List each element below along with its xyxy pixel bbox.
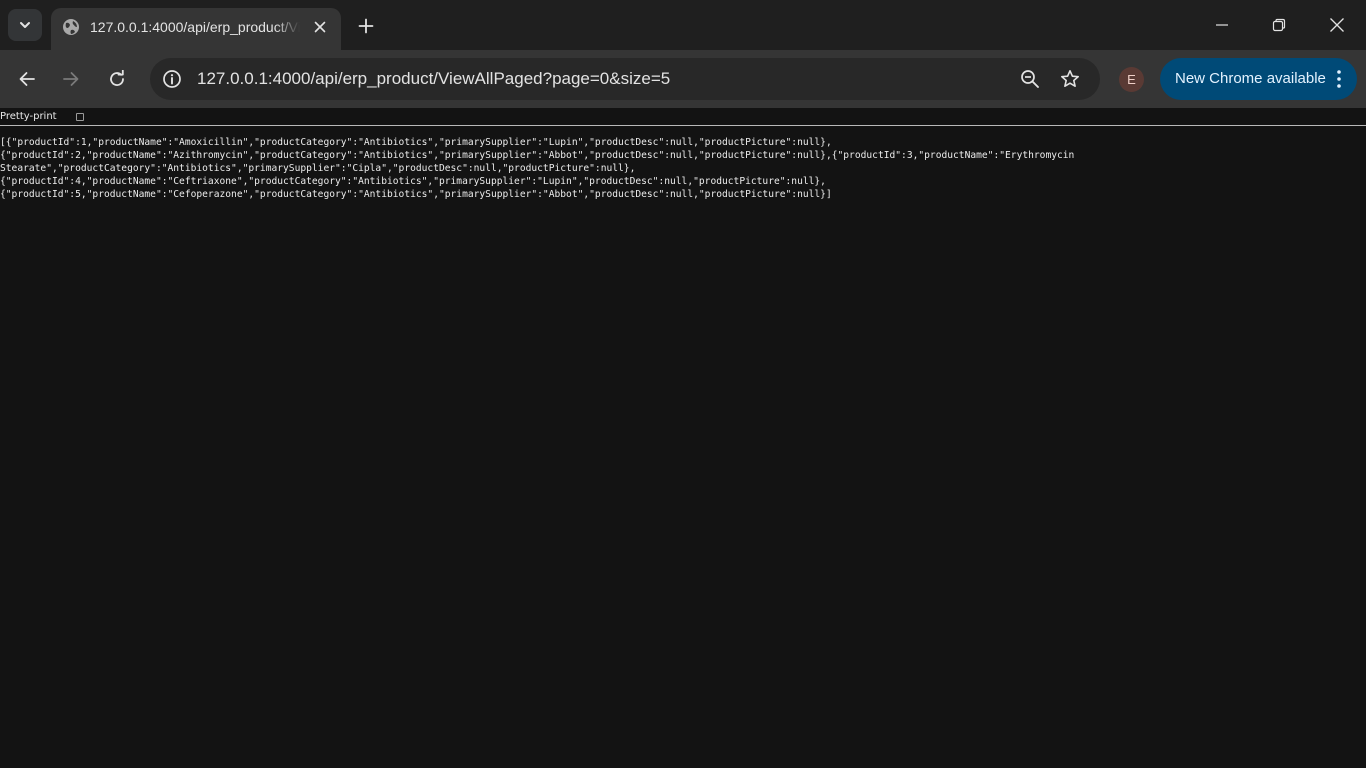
close-window-button[interactable]	[1308, 0, 1366, 50]
restore-button[interactable]	[1250, 0, 1308, 50]
back-button[interactable]	[11, 63, 43, 95]
zoom-out-icon	[1021, 70, 1039, 88]
minimize-button[interactable]	[1193, 0, 1251, 50]
json-content: [{"productId":1,"productName":"Amoxicill…	[0, 136, 1366, 768]
update-label: New Chrome available	[1175, 70, 1326, 87]
pretty-print-label: Pretty-print	[0, 111, 57, 122]
tab-strip: 127.0.0.1:4000/api/erp_product/ViewAllPa…	[0, 0, 1366, 50]
active-tab[interactable]: 127.0.0.1:4000/api/erp_product/ViewAllPa…	[51, 8, 341, 50]
profile-avatar[interactable]: E	[1119, 67, 1144, 92]
close-icon	[314, 21, 326, 33]
arrow-left-icon	[19, 72, 35, 86]
url-text[interactable]: 127.0.0.1:4000/api/erp_product/ViewAllPa…	[197, 68, 670, 90]
globe-icon	[63, 19, 79, 35]
json-line: {"productId":4,"productName":"Ceftriaxon…	[0, 176, 826, 187]
chevron-down-icon	[20, 22, 30, 28]
reload-button[interactable]	[101, 63, 133, 95]
browser-menu-button[interactable]	[1331, 67, 1347, 91]
address-bar[interactable]: 127.0.0.1:4000/api/erp_product/ViewAllPa…	[150, 58, 1100, 100]
reload-icon	[110, 70, 124, 86]
forward-button[interactable]	[55, 63, 87, 95]
json-line: {"productId":5,"productName":"Cefoperazo…	[0, 189, 832, 200]
tab-search-button[interactable]	[8, 9, 42, 41]
plus-icon	[358, 18, 374, 34]
tab-close-button[interactable]	[309, 16, 331, 38]
more-vertical-icon	[1337, 70, 1341, 88]
restore-icon	[1272, 18, 1286, 32]
json-line: {"productId":2,"productName":"Azithromyc…	[0, 150, 1075, 161]
json-line: [{"productId":1,"productName":"Amoxicill…	[0, 137, 832, 148]
update-chrome-button[interactable]: New Chrome available	[1160, 58, 1357, 100]
star-icon	[1061, 70, 1079, 87]
browser-toolbar: 127.0.0.1:4000/api/erp_product/ViewAllPa…	[0, 50, 1366, 108]
pretty-print-checkbox[interactable]	[76, 113, 84, 121]
new-tab-button[interactable]	[352, 12, 380, 40]
pretty-print-bar: Pretty-print	[0, 108, 1366, 126]
minimize-icon	[1216, 24, 1228, 26]
json-line: Stearate","productCategory":"Antibiotics…	[0, 163, 636, 174]
close-icon	[1330, 18, 1344, 32]
zoom-button[interactable]	[1016, 65, 1044, 93]
site-info-button[interactable]	[159, 66, 185, 92]
bookmark-button[interactable]	[1056, 65, 1084, 93]
info-icon	[163, 70, 181, 88]
tab-title: 127.0.0.1:4000/api/erp_product/ViewAllPa…	[90, 19, 300, 35]
arrow-right-icon	[63, 72, 79, 86]
